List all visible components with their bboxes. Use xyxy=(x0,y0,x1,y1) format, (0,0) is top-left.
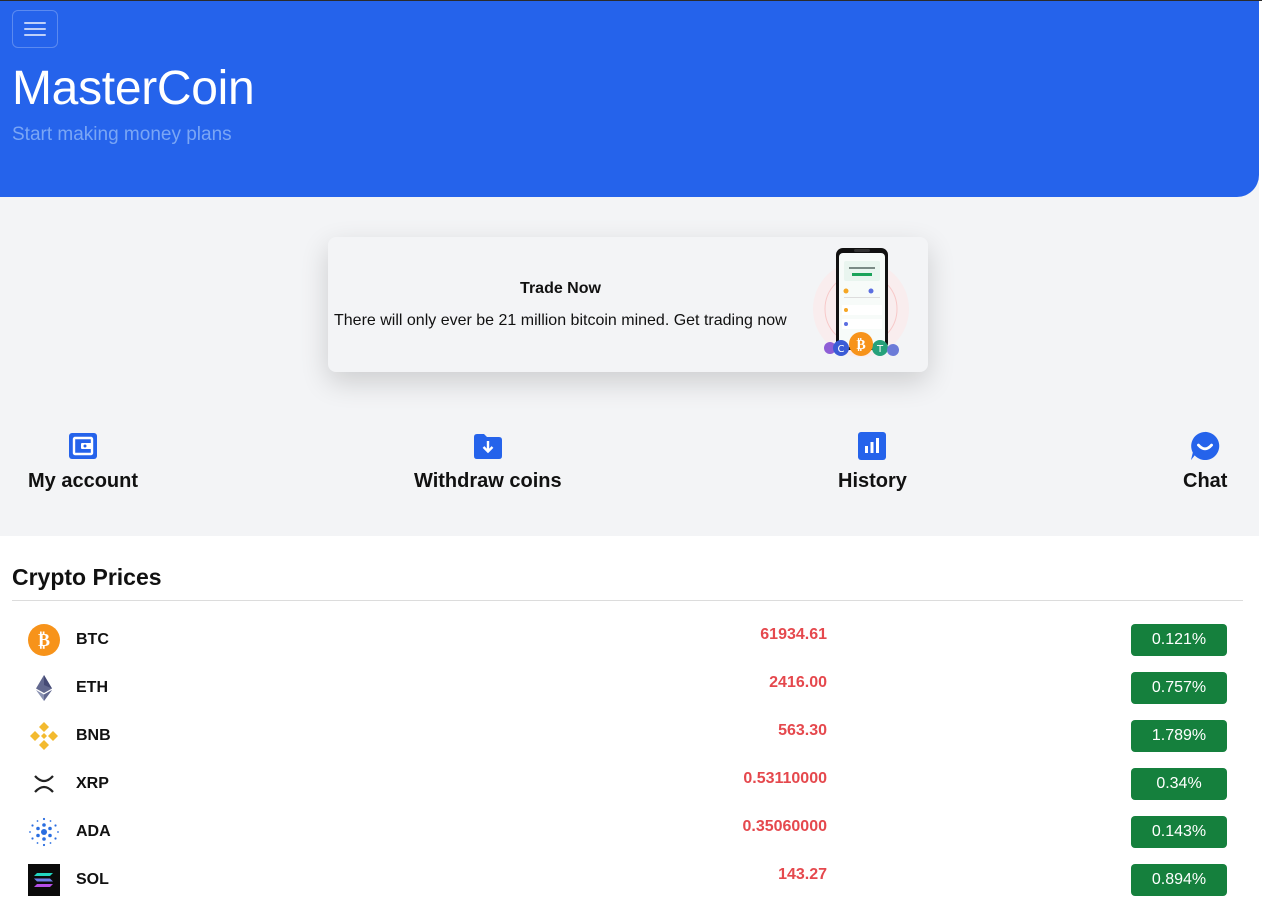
coin-symbol: ETH xyxy=(76,679,108,696)
change-badge: 0.143% xyxy=(1131,816,1227,848)
change-badge: 0.894% xyxy=(1131,864,1227,896)
change-badge: 0.34% xyxy=(1131,768,1227,800)
svg-text:₿: ₿ xyxy=(856,337,865,353)
coin-symbol: XRP xyxy=(76,775,109,792)
price-row-xrp[interactable]: XRP 0.53110000 0.34% xyxy=(0,764,1259,812)
promo-title: Trade Now xyxy=(520,280,601,297)
change-badge: 0.757% xyxy=(1131,672,1227,704)
coin-price: 61934.61 xyxy=(760,626,827,643)
withdraw-coins-label: Withdraw coins xyxy=(414,470,562,492)
hamburger-icon xyxy=(24,22,46,24)
svg-text:₿: ₿ xyxy=(38,630,50,651)
folder-download-icon xyxy=(473,431,503,461)
divider xyxy=(12,600,1243,601)
price-row-bnb[interactable]: BNB 563.30 1.789% xyxy=(0,716,1259,764)
app-header: MasterCoin Start making money plans xyxy=(0,1,1259,197)
promo-text: There will only ever be 21 million bitco… xyxy=(334,312,787,329)
crypto-prices-section: Crypto Prices ₿ BTC 61934.61 0.121% ETH … xyxy=(0,536,1259,899)
my-account-label: My account xyxy=(28,470,139,492)
brand-title: MasterCoin xyxy=(12,62,255,115)
ethereum-icon xyxy=(36,675,52,701)
cardano-icon xyxy=(29,817,59,847)
phone-crypto-illustration: C T ₿ xyxy=(813,248,909,357)
brand-tagline: Start making money plans xyxy=(12,124,232,145)
coin-price: 0.35060000 xyxy=(742,818,827,835)
coin-price: 2416.00 xyxy=(769,674,827,691)
bnb-icon xyxy=(30,722,58,750)
change-badge: 1.789% xyxy=(1131,720,1227,752)
history-button[interactable]: History xyxy=(838,431,907,493)
withdraw-coins-button[interactable]: Withdraw coins xyxy=(414,431,562,493)
bar-chart-icon xyxy=(857,431,887,461)
price-row-sol[interactable]: SOL 143.27 0.894% xyxy=(0,860,1259,899)
coin-price: 143.27 xyxy=(778,866,827,883)
section-title: Crypto Prices xyxy=(12,564,162,590)
xrp-icon xyxy=(34,775,54,793)
coin-symbol: BNB xyxy=(76,727,111,744)
menu-button[interactable] xyxy=(12,10,58,48)
svg-text:T: T xyxy=(876,344,884,355)
my-account-button[interactable]: My account xyxy=(28,431,138,493)
coin-symbol: BTC xyxy=(76,631,109,648)
coin-price: 563.30 xyxy=(778,722,827,739)
trade-now-banner[interactable]: Trade Now There will only ever be 21 mil… xyxy=(328,237,928,372)
coin-symbol: SOL xyxy=(76,871,109,888)
coin-symbol: ADA xyxy=(76,823,111,840)
chat-icon xyxy=(1190,431,1220,461)
bitcoin-icon: ₿ xyxy=(28,624,60,656)
price-row-eth[interactable]: ETH 2416.00 0.757% xyxy=(0,668,1259,716)
chat-label: Chat xyxy=(1183,470,1228,492)
history-label: History xyxy=(838,470,907,492)
price-row-ada[interactable]: ADA 0.35060000 0.143% xyxy=(0,812,1259,860)
coin-price: 0.53110000 xyxy=(743,770,827,787)
solana-icon xyxy=(28,864,60,896)
wallet-icon xyxy=(68,431,98,461)
change-badge: 0.121% xyxy=(1131,624,1227,656)
chat-button[interactable]: Chat xyxy=(1183,431,1227,493)
svg-text:C: C xyxy=(838,344,845,355)
price-row-btc[interactable]: ₿ BTC 61934.61 0.121% xyxy=(0,620,1259,668)
